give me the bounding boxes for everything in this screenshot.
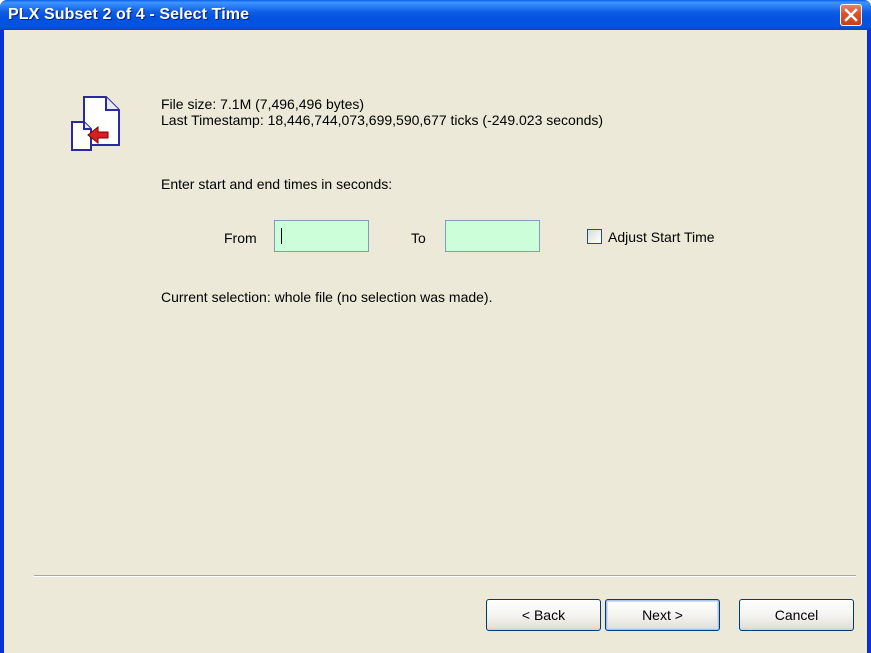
- adjust-start-time-checkbox[interactable]: [587, 229, 602, 244]
- close-icon: [844, 8, 858, 22]
- window-title: PLX Subset 2 of 4 - Select Time: [8, 6, 250, 23]
- cancel-button[interactable]: Cancel: [739, 599, 854, 631]
- footer-divider-highlight: [34, 576, 856, 577]
- back-button[interactable]: < Back: [486, 599, 601, 631]
- last-timestamp-text: Last Timestamp: 18,446,744,073,699,590,6…: [161, 112, 604, 128]
- next-button[interactable]: Next >: [605, 599, 720, 631]
- to-label: To: [411, 230, 426, 246]
- close-button[interactable]: [840, 4, 862, 26]
- from-input[interactable]: [274, 220, 369, 252]
- dialog-body: File size: 7.1M (7,496,496 bytes) Last T…: [4, 30, 867, 653]
- adjust-start-time-label[interactable]: Adjust Start Time: [608, 229, 715, 245]
- selection-status-text: Current selection: whole file (no select…: [161, 289, 493, 305]
- from-label: From: [224, 230, 257, 246]
- text-caret: [281, 228, 282, 244]
- dialog-window: PLX Subset 2 of 4 - Select Time File siz…: [0, 0, 871, 653]
- file-size-text: File size: 7.1M (7,496,496 bytes): [161, 96, 365, 112]
- time-prompt-text: Enter start and end times in seconds:: [161, 176, 393, 192]
- title-bar[interactable]: PLX Subset 2 of 4 - Select Time: [0, 0, 871, 30]
- to-input[interactable]: [445, 220, 540, 252]
- file-import-icon: [71, 96, 120, 151]
